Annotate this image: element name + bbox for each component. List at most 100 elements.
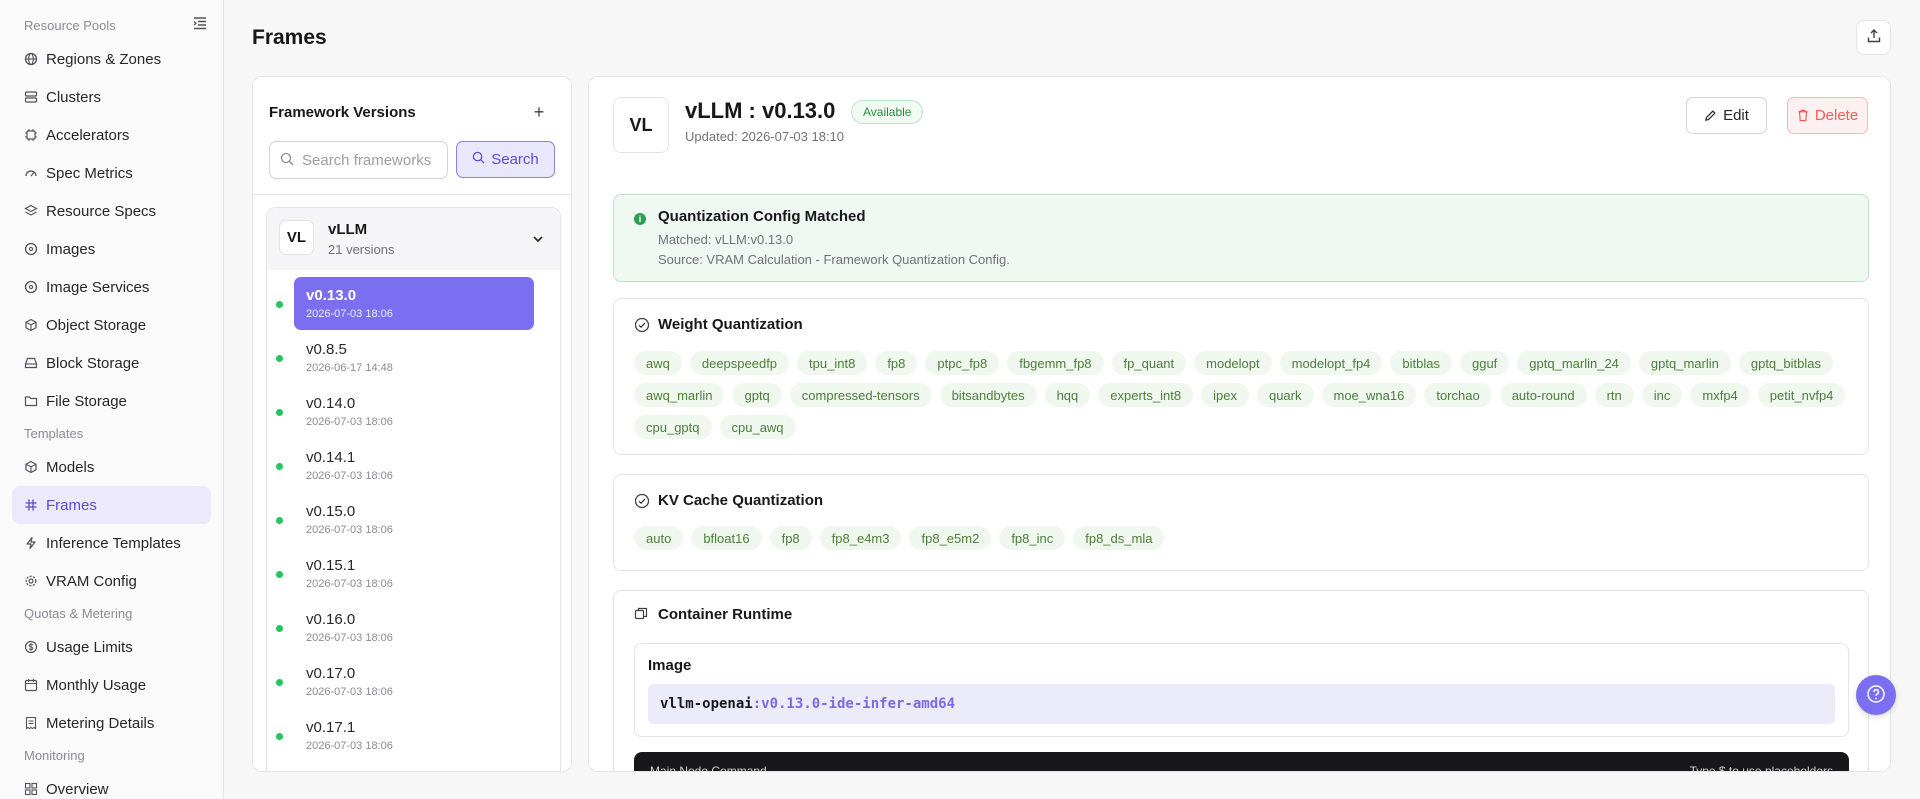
sidebar-item-label: Usage Limits xyxy=(46,638,133,656)
quant-tag: auto-round xyxy=(1499,383,1587,407)
quant-tag: quark xyxy=(1256,383,1314,407)
delete-button[interactable]: Delete xyxy=(1787,97,1868,134)
version-item[interactable]: v0.17.1 2026-07-03 18:06 xyxy=(276,709,534,762)
quant-tag: cpu_awq xyxy=(719,415,796,439)
quant-tag: ptpc_fp8 xyxy=(925,351,1000,375)
quant-tag: modelopt xyxy=(1194,351,1272,375)
quant-tag: deepspeedfp xyxy=(689,351,790,375)
quant-tag: gptq_bitblas xyxy=(1738,351,1833,375)
zap-icon xyxy=(24,536,38,550)
version-item[interactable]: v0.15.0 2026-07-03 18:06 xyxy=(276,493,534,546)
alert-source: Source: VRAM Calculation - Framework Qua… xyxy=(658,252,1010,267)
framework-versions-panel: Framework Versions + Search VL vLLM 21 v… xyxy=(252,76,572,772)
version-item[interactable]: v0.16.0 2026-07-03 18:06 xyxy=(276,601,534,654)
version-name: v0.15.0 xyxy=(306,503,356,520)
sidebar-item-label: Accelerators xyxy=(46,126,130,144)
quant-tag: bfloat16 xyxy=(691,526,762,550)
version-name: v0.14.0 xyxy=(306,395,356,412)
alert-matched: Matched: vLLM:v0.13.0 xyxy=(658,232,794,247)
sidebar-item-inference-templates[interactable]: Inference Templates xyxy=(12,524,211,562)
sidebar-item-label: Inference Templates xyxy=(46,534,181,552)
sidebar-item-overview[interactable]: Overview xyxy=(12,770,211,799)
framework-detail-panel: VL vLLM : v0.13.0 Available Updated: 202… xyxy=(588,76,1891,772)
info-icon: i xyxy=(634,213,646,225)
sidebar-item-object-storage[interactable]: Object Storage xyxy=(12,306,211,344)
sidebar-item-accelerators[interactable]: Accelerators xyxy=(12,116,211,154)
sidebar-item-frames[interactable]: Frames xyxy=(12,486,211,524)
export-button[interactable] xyxy=(1856,20,1891,55)
sidebar-item-models[interactable]: Models xyxy=(12,448,211,486)
search-box xyxy=(269,141,448,179)
version-date: 2026-06-17 14:48 xyxy=(306,362,393,374)
search-icon xyxy=(280,152,294,169)
version-date: 2026-07-03 18:06 xyxy=(306,632,393,644)
sidebar-item-clusters[interactable]: Clusters xyxy=(12,78,211,116)
version-item[interactable]: v0.13.0 2026-07-03 18:06 xyxy=(276,277,534,330)
container-runtime-card: Container Runtime Image vllm-openai:v0.1… xyxy=(613,590,1869,771)
sidebar-item-label: Regions & Zones xyxy=(46,50,162,68)
section-templates: Templates xyxy=(24,426,84,441)
image-label: Image xyxy=(648,657,692,674)
search-button[interactable]: Search xyxy=(456,141,555,178)
version-item[interactable]: v0.8.5 2026-06-17 14:48 xyxy=(276,331,534,384)
folder-icon xyxy=(24,394,38,408)
sidebar-item-metering-details[interactable]: Metering Details xyxy=(12,704,211,742)
sidebar-item-regions-zones[interactable]: Regions & Zones xyxy=(12,40,211,78)
quant-tag: hqq xyxy=(1044,383,1091,407)
cube-icon xyxy=(24,460,38,474)
sidebar: Resource Pools Regions & Zones Clusters … xyxy=(0,0,224,799)
version-item[interactable]: v0.14.0 2026-07-03 18:06 xyxy=(276,385,534,438)
alert-title: Quantization Config Matched xyxy=(658,208,866,225)
sidebar-item-image-services[interactable]: Image Services xyxy=(12,268,211,306)
sidebar-item-label: File Storage xyxy=(46,392,127,410)
avatar: VL xyxy=(279,220,314,255)
sidebar-item-spec-metrics[interactable]: Spec Metrics xyxy=(12,154,211,192)
sidebar-item-resource-specs[interactable]: Resource Specs xyxy=(12,192,211,230)
quant-tag: bitsandbytes xyxy=(939,383,1037,407)
quant-tag: tpu_int8 xyxy=(797,351,868,375)
sidebar-collapse-icon[interactable] xyxy=(192,15,208,31)
framework-group-header[interactable]: VL vLLM 21 versions xyxy=(267,208,560,270)
quant-tag: moe_wna16 xyxy=(1321,383,1417,407)
pencil-icon xyxy=(1704,109,1717,122)
version-item[interactable]: v0.17.0 2026-07-03 18:06 xyxy=(276,655,534,708)
sidebar-item-file-storage[interactable]: File Storage xyxy=(12,382,211,420)
help-button[interactable] xyxy=(1856,675,1896,715)
sidebar-item-vram-config[interactable]: VRAM Config xyxy=(12,562,211,600)
framework-name: vLLM xyxy=(328,221,368,238)
image-value: vllm-openai:v0.13.0-ide-infer-amd64 xyxy=(648,684,1835,724)
quant-tag: rtn xyxy=(1594,383,1634,407)
sidebar-item-label: Models xyxy=(46,458,95,476)
quant-tag: awq xyxy=(634,351,682,375)
status-dot xyxy=(276,733,283,740)
kv-quant-tags: auto bfloat16 fp8 fp8_e4m3 fp8_e5m2 fp8_inc fp… xyxy=(634,526,1854,550)
version-count: 21 versions xyxy=(328,242,395,257)
disc-icon xyxy=(24,280,38,294)
sidebar-item-block-storage[interactable]: Block Storage xyxy=(12,344,211,382)
version-date: 2026-07-03 18:06 xyxy=(306,686,393,698)
version-date: 2026-07-03 18:06 xyxy=(306,578,393,590)
sidebar-item-label: Clusters xyxy=(46,88,102,106)
section-quotas-metering: Quotas & Metering xyxy=(24,606,133,621)
chevron-down-icon[interactable] xyxy=(531,232,545,246)
quant-tag: torchao xyxy=(1424,383,1492,407)
version-date: 2026-07-03 18:06 xyxy=(306,524,393,536)
quant-tag: gguf xyxy=(1459,351,1510,375)
version-item[interactable]: v0.14.1 2026-07-03 18:06 xyxy=(276,439,534,492)
gauge-icon xyxy=(24,166,38,180)
sidebar-item-usage-limits[interactable]: Usage Limits xyxy=(12,628,211,666)
version-name: v0.8.5 xyxy=(306,341,347,358)
quant-tag: awq_marlin xyxy=(634,383,725,407)
version-item[interactable]: v0.15.1 2026-07-03 18:06 xyxy=(276,547,534,600)
sidebar-item-label: Resource Specs xyxy=(46,202,157,220)
divider xyxy=(253,194,571,195)
edit-button[interactable]: Edit xyxy=(1686,97,1767,134)
sidebar-item-images[interactable]: Images xyxy=(12,230,211,268)
weight-quant-tags: awq deepspeedfp tpu_int8 fp8 ptpc_fp8 fbgemm_… xyxy=(634,351,1854,439)
add-framework-button[interactable]: + xyxy=(529,102,549,122)
sidebar-item-monthly-usage[interactable]: Monthly Usage xyxy=(12,666,211,704)
status-dot xyxy=(276,625,283,632)
sidebar-item-label: Object Storage xyxy=(46,316,147,334)
search-input[interactable] xyxy=(302,151,442,169)
delete-label: Delete xyxy=(1814,107,1859,124)
